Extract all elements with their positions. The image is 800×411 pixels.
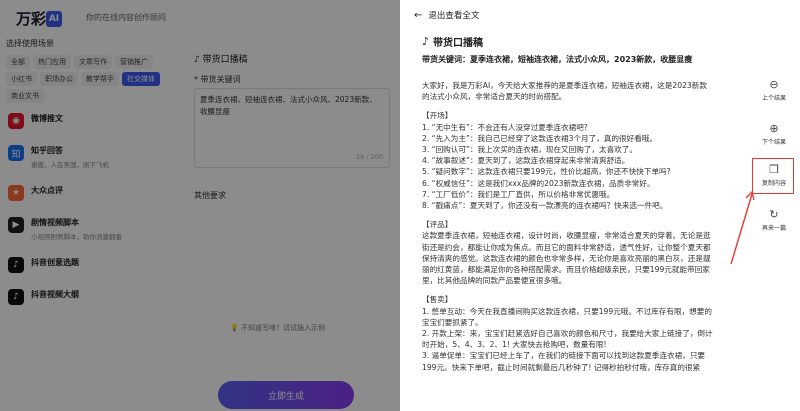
- arrow-left-circle-icon: ⊖: [769, 78, 779, 91]
- review-title: 【评品】: [422, 220, 453, 230]
- result-rail: ⊖ 上个结果 ⊕ 下个结果 ❐ 复制内容 ↻ 再来一篇: [752, 0, 798, 411]
- opening-title: 【开场】: [422, 111, 453, 121]
- regenerate-button[interactable]: ↻ 再来一篇: [752, 208, 796, 232]
- sale-line: 1. 憋单互动：今天在我直播间购买这款连衣裙，只要199元哦。不过库存有限，想要…: [422, 306, 712, 316]
- opening-line: 1. “无中生有”：不会还有人没穿过夏季连衣裙吧?: [422, 122, 588, 132]
- exit-label: 退出查看全文: [428, 11, 480, 21]
- sale-line: 2. 开款上架：来，宝宝们赶紧选好自己喜欢的颜色和尺寸，我要给大家上链接了，倒计: [422, 329, 713, 339]
- back-arrow-icon: ←: [414, 9, 423, 21]
- keywords-line: 带货关键词：夏季连衣裙，短袖连衣裙，法式小众风，2023新款，收腰显瘦: [422, 55, 693, 64]
- opening-line: 3. “回购认可”：我上次买的连衣裙，现在又回购了，太喜欢了。: [422, 145, 637, 155]
- tiktok-icon: ♪: [422, 35, 430, 48]
- sale-line: 时开始，5、4、3、2、1! 大家快去抢购吧，数量有限!: [422, 340, 607, 350]
- next-result-button[interactable]: ⊕ 下个结果: [752, 122, 796, 146]
- opening-line: 2. “先入为主”：我自己已经穿了这款连衣裙3个月了，真的很好看哦。: [422, 133, 657, 143]
- opening-line: 6. “权威信任”：这是我们xxx品牌的2023新款连衣裙，品质非常好。: [422, 178, 655, 188]
- review-line: 丽的红黄蓝，都能满足你的各种搭配需求。而且价格超级亲民，只要199元就能带回家: [422, 265, 710, 275]
- review-line: 这款夏季连衣裙，短袖连衣裙，设计时尚，收腰显瘦，非常适合夏天的穿着。无论是逛: [422, 231, 711, 241]
- review-line: 里，比其他品牌的同款产品要便宜很多哦。: [422, 276, 567, 286]
- exit-full-text-button[interactable]: ← 退出查看全文: [414, 9, 480, 22]
- doc-body: 大家好，我是万彩AI，今天给大家推荐的是夏季连衣裙，短袖连衣裙，这是2023新款…: [422, 80, 750, 373]
- intro-line: 大家好，我是万彩AI，今天给大家推荐的是夏季连衣裙，短袖连衣裙，这是2023新款: [422, 81, 707, 90]
- sale-line: 3. 逼单促单：宝宝们已经上车了，在我们的链接下面可以找到这款夏季连衣裙，只要: [422, 351, 706, 361]
- review-line: 街还是约会，都能让你成为焦点。而且它的面料非常舒适，透气性好，让你整个夏天都: [422, 242, 711, 252]
- review-line: 保持清爽的感觉。这款连衣裙的颜色也非常多样，无论你是喜欢亮丽的黑白灰，还是靓: [422, 253, 711, 263]
- intro-line: 的法式小众风，非常适合夏天的时尚搭配。: [422, 92, 567, 102]
- arrow-right-circle-icon: ⊕: [769, 122, 779, 135]
- red-arrow-annotation: [730, 190, 755, 265]
- overlay-dim: [0, 0, 400, 411]
- opening-line: 4. “故事叙述”：夏天到了，这款连衣裙穿起来非常清爽舒适。: [422, 156, 630, 166]
- doc-title: ♪ 带货口播稿: [422, 35, 484, 49]
- prev-result-button[interactable]: ⊖ 上个结果: [752, 78, 796, 102]
- sale-title: 【售卖】: [422, 295, 453, 305]
- sale-line: 宝宝们要抓紧了。: [422, 317, 483, 327]
- sale-line: 199元。快来下单吧，截止时间就剩最后几秒钟了! 记得秒拍秒付哦，库存真的很紧: [422, 362, 701, 372]
- copy-highlight-box: [752, 158, 794, 194]
- opening-line: 5. “疑问数字”：这款连衣裙只要199元，性价比超高，你还不快快下单吗?: [422, 167, 671, 177]
- opening-line: 8. “戳痛点”：夏天到了，你还没有一款漂亮的连衣裙吗？快来选一件吧。: [422, 201, 668, 211]
- opening-line: 7. “工厂低价”：我们是工厂直供，所以价格非常优惠哦。: [422, 189, 615, 199]
- refresh-icon: ↻: [769, 208, 779, 221]
